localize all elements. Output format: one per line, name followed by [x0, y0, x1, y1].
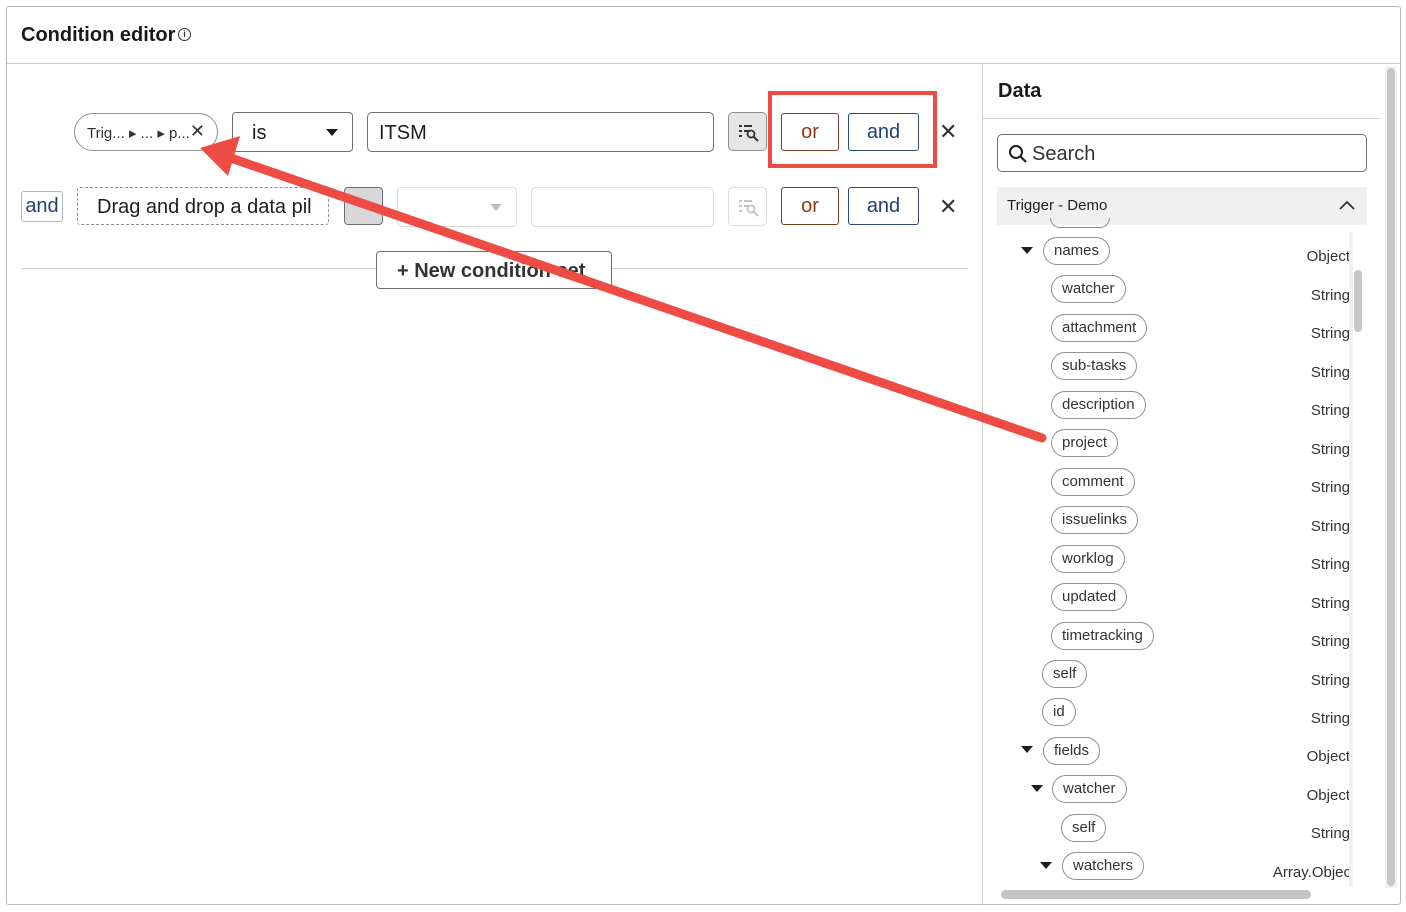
data-panel-separator	[983, 118, 1381, 119]
expand-toggle-icon[interactable]	[1021, 247, 1033, 254]
clipped-tree-pill	[1050, 218, 1110, 228]
data-type-label: Object	[1306, 748, 1350, 765]
dialog-title: Condition editor	[21, 24, 176, 46]
data-pill-project[interactable]: project	[1051, 429, 1119, 457]
row-action-button[interactable]	[344, 187, 383, 225]
data-pill-watchers[interactable]: watchers	[1062, 852, 1145, 880]
data-panel-title: Data	[998, 80, 1042, 102]
data-pill-worklog[interactable]: worklog	[1051, 545, 1125, 573]
expand-toggle-icon[interactable]	[1021, 746, 1033, 753]
drop-zone-placeholder: Drag and drop a data pil	[97, 196, 312, 218]
data-type-label: String	[1310, 364, 1350, 381]
data-type-label: Object	[1306, 248, 1350, 265]
data-pill-fields[interactable]: fields	[1043, 737, 1101, 765]
data-pill-drop-zone[interactable]: Drag and drop a data pil	[77, 187, 329, 225]
operator-value: is	[252, 122, 267, 144]
data-picker-icon	[739, 200, 759, 217]
data-type-label: String	[1310, 402, 1350, 419]
chevron-down-icon	[490, 204, 502, 211]
tree-scrollbar-track[interactable]	[1349, 232, 1353, 887]
delete-condition-icon[interactable]: ✕	[939, 194, 957, 220]
data-pill-attachment[interactable]: attachment	[1051, 314, 1148, 342]
new-condition-set-label: + New condition set	[397, 260, 586, 282]
data-pill-sub-tasks[interactable]: sub-tasks	[1051, 352, 1138, 380]
annotation-highlight	[768, 91, 937, 168]
info-icon[interactable]: i	[178, 28, 191, 41]
data-type-label: String	[1310, 710, 1350, 727]
and-button[interactable]: and	[848, 187, 919, 225]
condition-value-input-empty	[531, 187, 714, 227]
data-picker-button[interactable]	[728, 112, 767, 151]
search-placeholder: Search	[1032, 143, 1096, 165]
search-icon	[1009, 145, 1027, 163]
data-type-label: String	[1310, 556, 1350, 573]
data-type-label: Array.Objec	[1272, 864, 1351, 881]
chevron-down-icon	[326, 129, 338, 136]
panel-divider	[982, 63, 983, 905]
condition-connector-label: and	[21, 191, 63, 222]
data-type-label: Object	[1306, 787, 1350, 804]
data-pill-comment[interactable]: comment	[1051, 468, 1135, 496]
data-picker-button-disabled	[728, 187, 767, 226]
delete-condition-icon[interactable]: ✕	[939, 119, 957, 145]
data-pill-names[interactable]: names	[1043, 237, 1111, 265]
data-pill-self[interactable]: self	[1061, 814, 1107, 842]
data-pill-watcher[interactable]: watcher	[1052, 775, 1127, 803]
data-type-label: String	[1310, 287, 1350, 304]
chevron-up-icon[interactable]	[1339, 198, 1355, 212]
data-picker-icon	[739, 125, 759, 142]
data-type-label: String	[1310, 633, 1350, 650]
data-type-label: String	[1310, 518, 1350, 535]
data-type-label: String	[1310, 325, 1350, 342]
data-type-label: String	[1310, 441, 1350, 458]
data-type-label: String	[1310, 672, 1350, 689]
operator-select[interactable]: is	[232, 112, 353, 152]
data-pill-id[interactable]: id	[1042, 698, 1076, 726]
data-pill-watcher[interactable]: watcher	[1051, 275, 1126, 303]
horizontal-scrollbar-thumb[interactable]	[1001, 890, 1311, 899]
tree-scrollbar-thumb[interactable]	[1354, 270, 1362, 332]
data-pill-issuelinks[interactable]: issuelinks	[1051, 506, 1139, 534]
data-pill-timetracking[interactable]: timetracking	[1051, 622, 1154, 650]
or-button[interactable]: or	[781, 187, 839, 225]
panel-scrollbar-thumb[interactable]	[1387, 68, 1395, 886]
data-pill-self[interactable]: self	[1042, 660, 1088, 688]
operator-select-empty	[397, 187, 517, 227]
condition-value-input[interactable]: ITSM	[367, 112, 714, 152]
data-search-input[interactable]: Search	[997, 134, 1367, 172]
data-pill-label: Trig... ▸ ... ▸ p...	[87, 125, 190, 142]
dialog-header: Condition editor i	[7, 7, 1400, 64]
data-type-label: String	[1310, 479, 1350, 496]
remove-pill-icon[interactable]: ✕	[190, 121, 205, 142]
data-type-label: String	[1310, 825, 1350, 842]
condition-value-text: ITSM	[379, 122, 427, 144]
expand-toggle-icon[interactable]	[1040, 862, 1052, 869]
expand-toggle-icon[interactable]	[1031, 785, 1043, 792]
data-type-label: String	[1310, 595, 1350, 612]
data-pill-description[interactable]: description	[1051, 391, 1146, 419]
new-condition-set-button[interactable]: + New condition set	[376, 251, 612, 289]
data-pill-updated[interactable]: updated	[1051, 583, 1128, 611]
trigger-section-label: Trigger - Demo	[1007, 197, 1108, 214]
selected-data-pill[interactable]: Trig... ▸ ... ▸ p... ✕	[74, 113, 218, 151]
